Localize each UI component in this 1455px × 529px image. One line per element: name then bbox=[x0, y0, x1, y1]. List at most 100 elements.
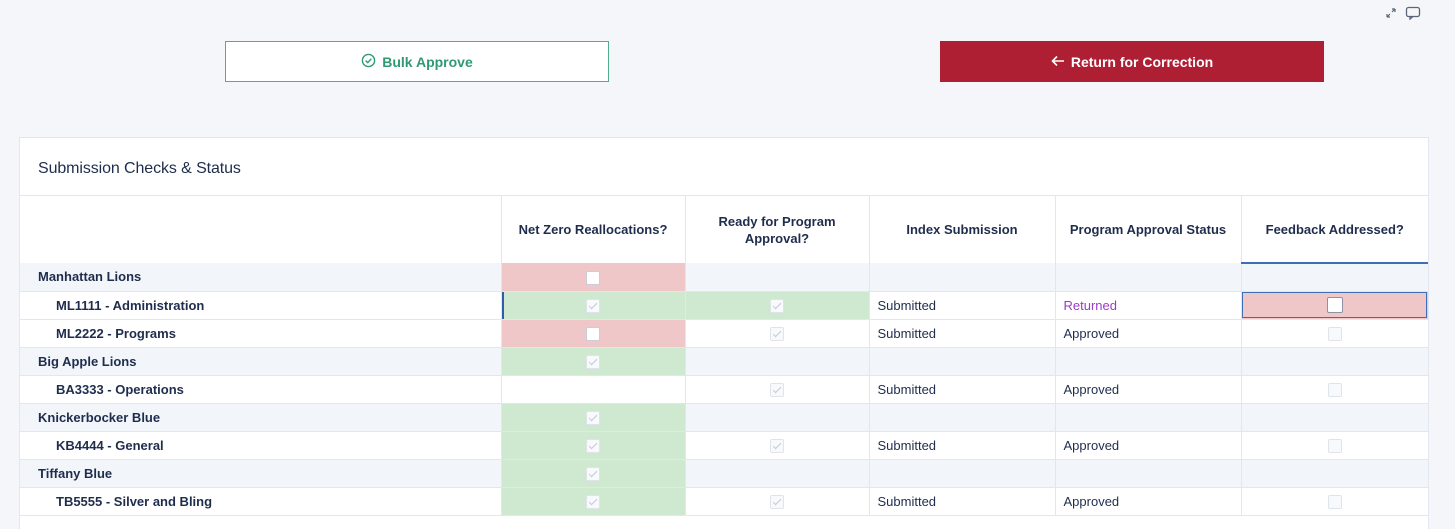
table-row[interactable]: ML1111 - Administration Submitted Returned bbox=[20, 291, 1428, 320]
column-header-feedback-addressed[interactable]: Feedback Addressed? bbox=[1241, 196, 1428, 264]
index-submission-cell: Submitted bbox=[869, 487, 1056, 516]
group-row[interactable]: Manhattan Lions bbox=[20, 263, 1428, 292]
net-zero-cell bbox=[501, 487, 686, 516]
ready-cell bbox=[685, 431, 870, 460]
net-zero-checkbox[interactable] bbox=[586, 354, 600, 369]
net-zero-checkbox[interactable] bbox=[586, 438, 600, 453]
group-row[interactable]: Tiffany Blue bbox=[20, 459, 1428, 488]
net-zero-cell bbox=[501, 431, 686, 460]
program-approval-status-cell bbox=[1055, 347, 1242, 376]
ready-cell bbox=[685, 319, 870, 348]
ready-checkbox[interactable] bbox=[770, 494, 784, 509]
ready-checkbox[interactable] bbox=[770, 298, 784, 313]
ready-cell bbox=[685, 347, 870, 376]
row-name: Manhattan Lions bbox=[20, 263, 502, 292]
table-row[interactable]: TB5555 - Silver and Bling Submitted Approv… bbox=[20, 487, 1428, 516]
ready-checkbox[interactable] bbox=[770, 326, 784, 341]
program-approval-status-cell: Approved bbox=[1055, 431, 1242, 460]
index-submission-cell: Submitted bbox=[869, 431, 1056, 460]
feedback-checkbox bbox=[1327, 382, 1342, 397]
ready-cell bbox=[685, 487, 870, 516]
program-approval-status-cell: Returned bbox=[1055, 291, 1242, 320]
submission-table: Net Zero Reallocations? Ready for Progra… bbox=[20, 196, 1428, 516]
net-zero-cell bbox=[501, 263, 686, 292]
group-row[interactable]: Knickerbocker Blue bbox=[20, 403, 1428, 432]
arrow-left-icon bbox=[1051, 54, 1065, 70]
program-approval-status-cell: Approved bbox=[1055, 319, 1242, 348]
index-submission-cell bbox=[869, 347, 1056, 376]
feedback-addressed-cell bbox=[1241, 347, 1428, 376]
feedback-checkbox[interactable] bbox=[1326, 297, 1343, 314]
feedback-addressed-cell bbox=[1241, 403, 1428, 432]
net-zero-checkbox[interactable] bbox=[586, 270, 600, 285]
index-submission-cell: Submitted bbox=[869, 319, 1056, 348]
table-row[interactable]: BA3333 - Operations Submitted Approved bbox=[20, 375, 1428, 404]
net-zero-checkbox[interactable] bbox=[586, 298, 600, 313]
program-approval-status-cell bbox=[1055, 403, 1242, 432]
net-zero-cell bbox=[501, 403, 686, 432]
net-zero-checkbox[interactable] bbox=[586, 494, 600, 509]
bulk-approve-label: Bulk Approve bbox=[382, 53, 473, 70]
net-zero-checkbox[interactable] bbox=[586, 326, 600, 341]
group-row[interactable]: Big Apple Lions bbox=[20, 347, 1428, 376]
column-header-net-zero[interactable]: Net Zero Reallocations? bbox=[501, 196, 686, 263]
net-zero-checkbox[interactable] bbox=[586, 410, 600, 425]
ready-cell bbox=[685, 403, 870, 432]
feedback-addressed-cell bbox=[1241, 375, 1428, 404]
ready-checkbox[interactable] bbox=[770, 382, 784, 397]
return-for-correction-button[interactable]: Return for Correction bbox=[940, 41, 1324, 82]
net-zero-cell bbox=[501, 459, 686, 488]
net-zero-cell bbox=[501, 375, 686, 404]
net-zero-checkbox[interactable] bbox=[586, 466, 600, 481]
ready-cell bbox=[685, 291, 870, 320]
index-submission-cell bbox=[869, 263, 1056, 292]
card-title: Submission Checks & Status bbox=[38, 160, 241, 177]
bulk-approve-button[interactable]: Bulk Approve bbox=[225, 41, 609, 82]
feedback-checkbox bbox=[1327, 494, 1342, 509]
program-approval-status-cell: Approved bbox=[1055, 487, 1242, 516]
net-zero-cell bbox=[501, 347, 686, 376]
feedback-addressed-cell bbox=[1241, 431, 1428, 460]
feedback-checkbox bbox=[1327, 326, 1342, 341]
row-name: ML1111 - Administration bbox=[20, 291, 502, 320]
row-name: TB5555 - Silver and Bling bbox=[20, 487, 502, 516]
ready-cell bbox=[685, 375, 870, 404]
row-name: Tiffany Blue bbox=[20, 459, 502, 488]
ready-cell bbox=[685, 459, 870, 488]
row-name: Knickerbocker Blue bbox=[20, 403, 502, 432]
feedback-checkbox bbox=[1327, 438, 1342, 453]
table-header-row: Net Zero Reallocations? Ready for Progra… bbox=[20, 196, 1428, 264]
table-row[interactable]: ML2222 - Programs Submitted Approved bbox=[20, 319, 1428, 348]
window-controls bbox=[1385, 6, 1421, 20]
feedback-addressed-cell bbox=[1241, 487, 1428, 516]
program-approval-status-cell bbox=[1055, 263, 1242, 292]
net-zero-cell bbox=[501, 291, 686, 320]
row-name: ML2222 - Programs bbox=[20, 319, 502, 348]
feedback-addressed-cell bbox=[1241, 291, 1428, 320]
column-header-ready[interactable]: Ready for Program Approval? bbox=[685, 196, 870, 263]
program-approval-status-cell: Approved bbox=[1055, 375, 1242, 404]
index-submission-cell bbox=[869, 459, 1056, 488]
column-header-index-submission[interactable]: Index Submission bbox=[869, 196, 1056, 263]
comment-icon[interactable] bbox=[1405, 6, 1421, 20]
net-zero-cell bbox=[501, 319, 686, 348]
ready-checkbox[interactable] bbox=[770, 438, 784, 453]
feedback-addressed-cell bbox=[1241, 263, 1428, 292]
row-name: Big Apple Lions bbox=[20, 347, 502, 376]
feedback-addressed-cell bbox=[1241, 459, 1428, 488]
index-submission-cell: Submitted bbox=[869, 375, 1056, 404]
index-submission-cell bbox=[869, 403, 1056, 432]
row-name: BA3333 - Operations bbox=[20, 375, 502, 404]
program-approval-status-cell bbox=[1055, 459, 1242, 488]
ready-cell bbox=[685, 263, 870, 292]
index-submission-cell: Submitted bbox=[869, 291, 1056, 320]
row-name: KB4444 - General bbox=[20, 431, 502, 460]
feedback-addressed-cell bbox=[1241, 319, 1428, 348]
expand-icon[interactable] bbox=[1385, 7, 1397, 19]
column-header-program-approval-status[interactable]: Program Approval Status bbox=[1055, 196, 1242, 263]
column-header-name bbox=[20, 196, 502, 263]
submission-checks-card: Submission Checks & Status Net Zero Real… bbox=[19, 137, 1429, 529]
check-circle-icon bbox=[361, 53, 376, 71]
return-for-correction-label: Return for Correction bbox=[1070, 53, 1214, 70]
table-row[interactable]: KB4444 - General Submitted Approved bbox=[20, 431, 1428, 460]
